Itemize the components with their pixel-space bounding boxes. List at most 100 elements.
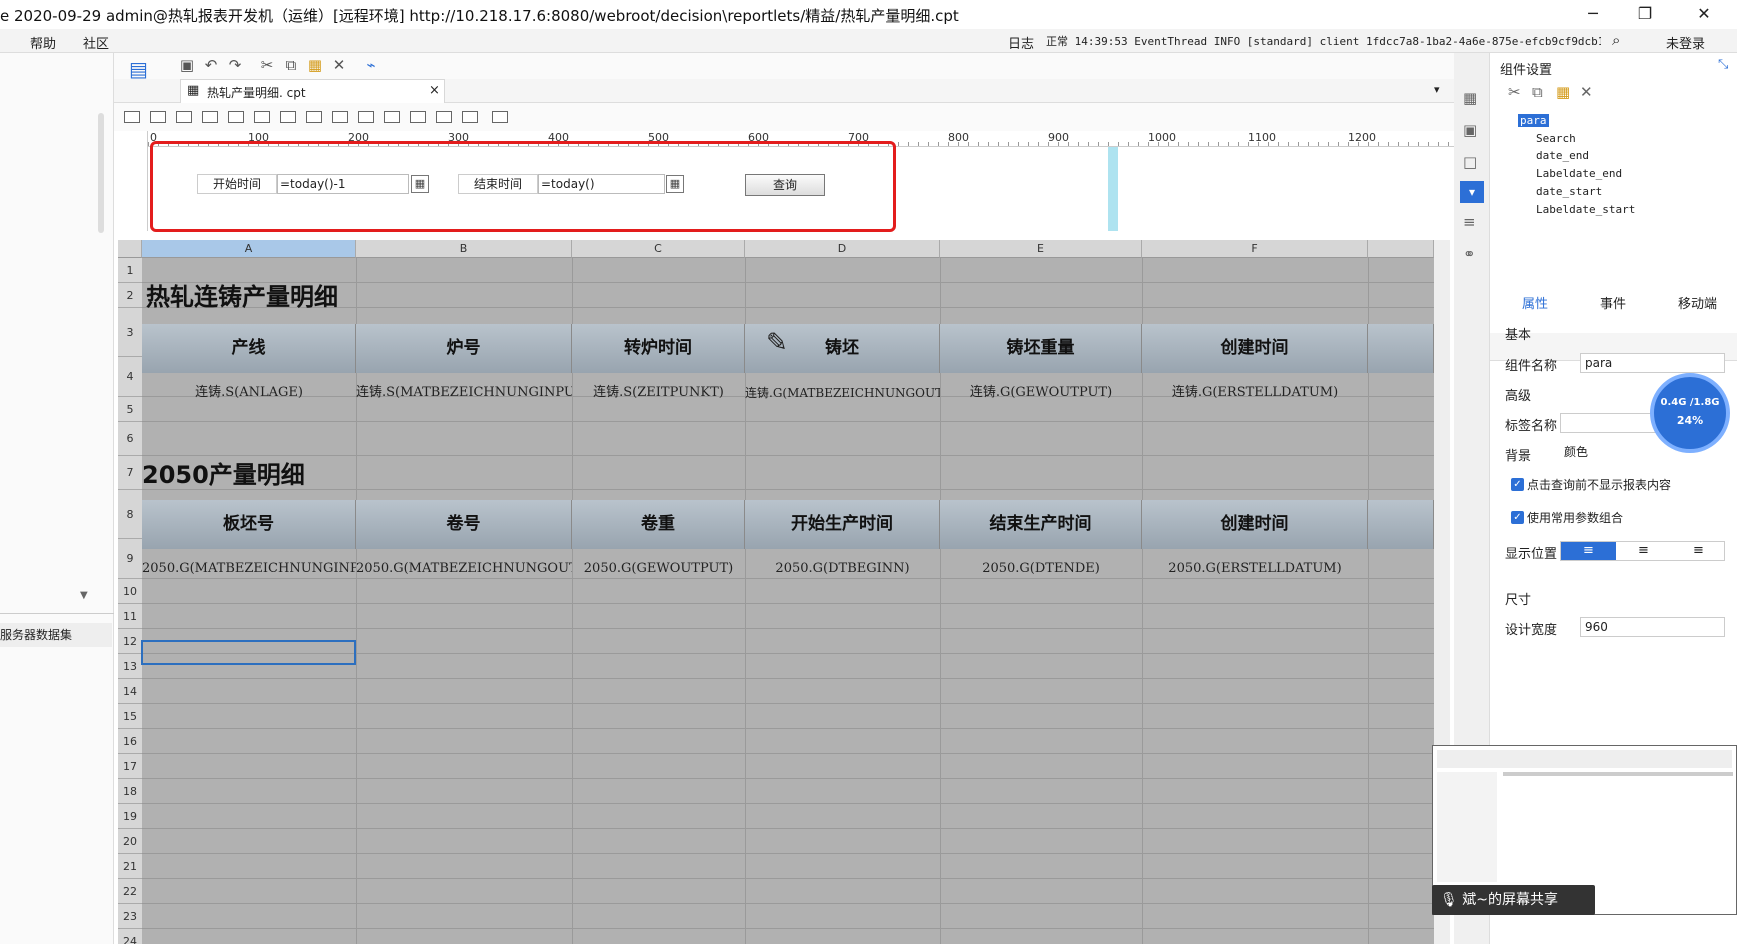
paste-icon[interactable]: ▦ — [306, 56, 324, 74]
slider-widget-icon[interactable] — [410, 111, 426, 123]
row-header[interactable]: 13 — [118, 654, 142, 679]
text-widget-icon[interactable] — [150, 111, 166, 123]
radio-widget-icon[interactable] — [332, 111, 348, 123]
more-widget-icon[interactable] — [492, 111, 508, 123]
delete-icon[interactable]: ✕ — [1580, 83, 1593, 101]
row-header[interactable]: 11 — [118, 604, 142, 629]
date-widget-icon[interactable] — [228, 111, 244, 123]
data-cell[interactable]: 连铸.G(GEWOUTPUT) — [940, 373, 1142, 413]
data-cell[interactable]: 2050.G(DTENDE) — [940, 549, 1142, 589]
name-input[interactable]: para — [1580, 353, 1725, 373]
design-width-input[interactable]: 960 — [1580, 617, 1725, 637]
data-cell[interactable]: 连铸.G(MATBEZEICHNUNGOUTPUT) — [745, 373, 940, 413]
menu-community[interactable]: 社区 — [83, 33, 109, 52]
row-header[interactable]: 17 — [118, 754, 142, 779]
row-header[interactable]: 20 — [118, 829, 142, 854]
collapse-icon[interactable]: ▼ — [80, 590, 88, 601]
menu-help[interactable]: 帮助 — [30, 33, 56, 52]
tab-menu-icon[interactable]: ▾ — [1434, 83, 1440, 96]
tree-node[interactable]: Search — [1536, 132, 1576, 145]
data-cell[interactable]: 2050.G(MATBEZEICHNUNGINPUT) — [142, 549, 356, 589]
row-header[interactable]: 19 — [118, 804, 142, 829]
header-cell[interactable]: 创建时间 — [1142, 500, 1368, 549]
header-cell[interactable]: 卷重 — [572, 500, 745, 549]
row-header[interactable]: 23 — [118, 904, 142, 929]
section-size[interactable]: 尺寸 — [1505, 589, 1531, 608]
data-cell[interactable]: 连铸.S(MATBEZEICHNUNGINPUT) — [356, 373, 572, 413]
tab-report[interactable]: ▦ 热轧产量明细. cpt × — [180, 79, 445, 103]
row-header[interactable]: 24 — [118, 929, 142, 944]
col-header[interactable] — [1368, 240, 1434, 258]
paste-icon[interactable]: ▦ — [1556, 83, 1570, 101]
selected-cell[interactable] — [141, 640, 356, 665]
row-header[interactable]: 14 — [118, 679, 142, 704]
login-link[interactable]: 未登录 — [1666, 33, 1705, 52]
data-cell[interactable]: 2050.G(GEWOUTPUT) — [572, 549, 745, 589]
label-widget-icon[interactable] — [124, 111, 140, 123]
align-center-icon[interactable]: ≡ — [1616, 542, 1671, 560]
condition-icon[interactable]: ≡ — [1463, 213, 1476, 231]
checkbox-widget-icon[interactable] — [358, 111, 374, 123]
col-header[interactable]: F — [1142, 240, 1368, 258]
data-cell[interactable]: 2050.G(MATBEZEICHNUNGOUTPUT) — [356, 549, 572, 589]
align-left-icon[interactable]: ≡ — [1561, 542, 1616, 560]
col-header[interactable]: C — [572, 240, 745, 258]
undo-icon[interactable]: ↶ — [202, 56, 220, 74]
server-dataset-item[interactable]: 服务器数据集 — [0, 623, 112, 647]
header-cell[interactable]: 板坯号 — [142, 500, 356, 549]
button-widget-icon[interactable] — [176, 111, 192, 123]
tree-widget-icon[interactable] — [436, 111, 452, 123]
col-header[interactable]: B — [356, 240, 572, 258]
copy-icon[interactable]: ⧉ — [1532, 83, 1543, 101]
cut-icon[interactable]: ✂ — [258, 56, 276, 74]
file-widget-icon[interactable] — [462, 111, 478, 123]
col-header[interactable]: E — [940, 240, 1142, 258]
header-cell[interactable]: 创建时间 — [1142, 324, 1368, 373]
log-button[interactable]: 日志 — [1008, 33, 1034, 52]
close-window-button[interactable]: ✕ — [1684, 3, 1724, 25]
data-cell[interactable]: 连铸.S(ZEITPUNKT) — [572, 373, 745, 413]
redo-icon[interactable]: ↷ — [226, 56, 244, 74]
row-header[interactable]: 21 — [118, 854, 142, 879]
header-cell[interactable]: 产线 — [142, 324, 356, 373]
link-icon[interactable]: ⚭ — [1463, 245, 1476, 263]
data-cell[interactable]: 连铸.S(ANLAGE) — [142, 373, 356, 413]
header-cell[interactable]: 结束生产时间 — [940, 500, 1142, 549]
row-header[interactable]: 4 — [118, 357, 142, 397]
checkbox-common-params[interactable]: ✓ — [1511, 511, 1524, 524]
textarea-widget-icon[interactable] — [384, 111, 400, 123]
report-title-1[interactable]: 热轧连铸产量明细 — [146, 277, 338, 312]
close-tab-icon[interactable]: × — [429, 83, 440, 98]
row-header[interactable]: 7 — [118, 456, 142, 490]
scrollbar[interactable] — [98, 113, 104, 233]
header-cell[interactable]: 转炉时间 — [572, 324, 745, 373]
row-header[interactable]: 16 — [118, 729, 142, 754]
row-header[interactable]: 15 — [118, 704, 142, 729]
data-cell[interactable]: 2050.G(ERSTELLDATUM) — [1142, 549, 1368, 589]
header-cell[interactable]: 开始生产时间 — [745, 500, 940, 549]
row-header[interactable]: 6 — [118, 422, 142, 456]
header-cell[interactable] — [1368, 500, 1434, 549]
combo-widget-icon[interactable] — [202, 111, 218, 123]
row-header[interactable]: 2 — [118, 283, 142, 308]
report-title-2[interactable]: 2050产量明细 — [142, 455, 305, 490]
cell-icon[interactable]: ▣ — [1463, 121, 1477, 139]
tree-node[interactable]: Labeldate_start — [1536, 203, 1635, 216]
search-icon[interactable]: ⌕ — [1612, 31, 1620, 49]
row-header[interactable]: 12 — [118, 629, 142, 654]
section-basic[interactable]: 基本 — [1505, 324, 1531, 343]
grid-widget-icon[interactable] — [254, 111, 270, 123]
header-cell[interactable] — [1368, 324, 1434, 373]
tree-node-para[interactable]: para — [1518, 114, 1549, 127]
frame-icon[interactable]: □ — [1463, 153, 1477, 171]
delete-icon[interactable]: ✕ — [330, 56, 348, 74]
corner-header[interactable] — [118, 240, 142, 258]
tree-node[interactable]: date_start — [1536, 185, 1602, 198]
memory-gauge[interactable]: 0.4G /1.8G 24% — [1650, 373, 1730, 453]
screen-share-badge[interactable]: 🎙 斌~的屏幕共享 — [1432, 885, 1595, 915]
row-header[interactable]: 10 — [118, 579, 142, 604]
header-cell[interactable]: 卷号 — [356, 500, 572, 549]
cut-icon[interactable]: ✂ — [1508, 83, 1521, 101]
tab-mobile[interactable]: 移动端 — [1678, 293, 1717, 312]
tab-events[interactable]: 事件 — [1600, 293, 1626, 312]
